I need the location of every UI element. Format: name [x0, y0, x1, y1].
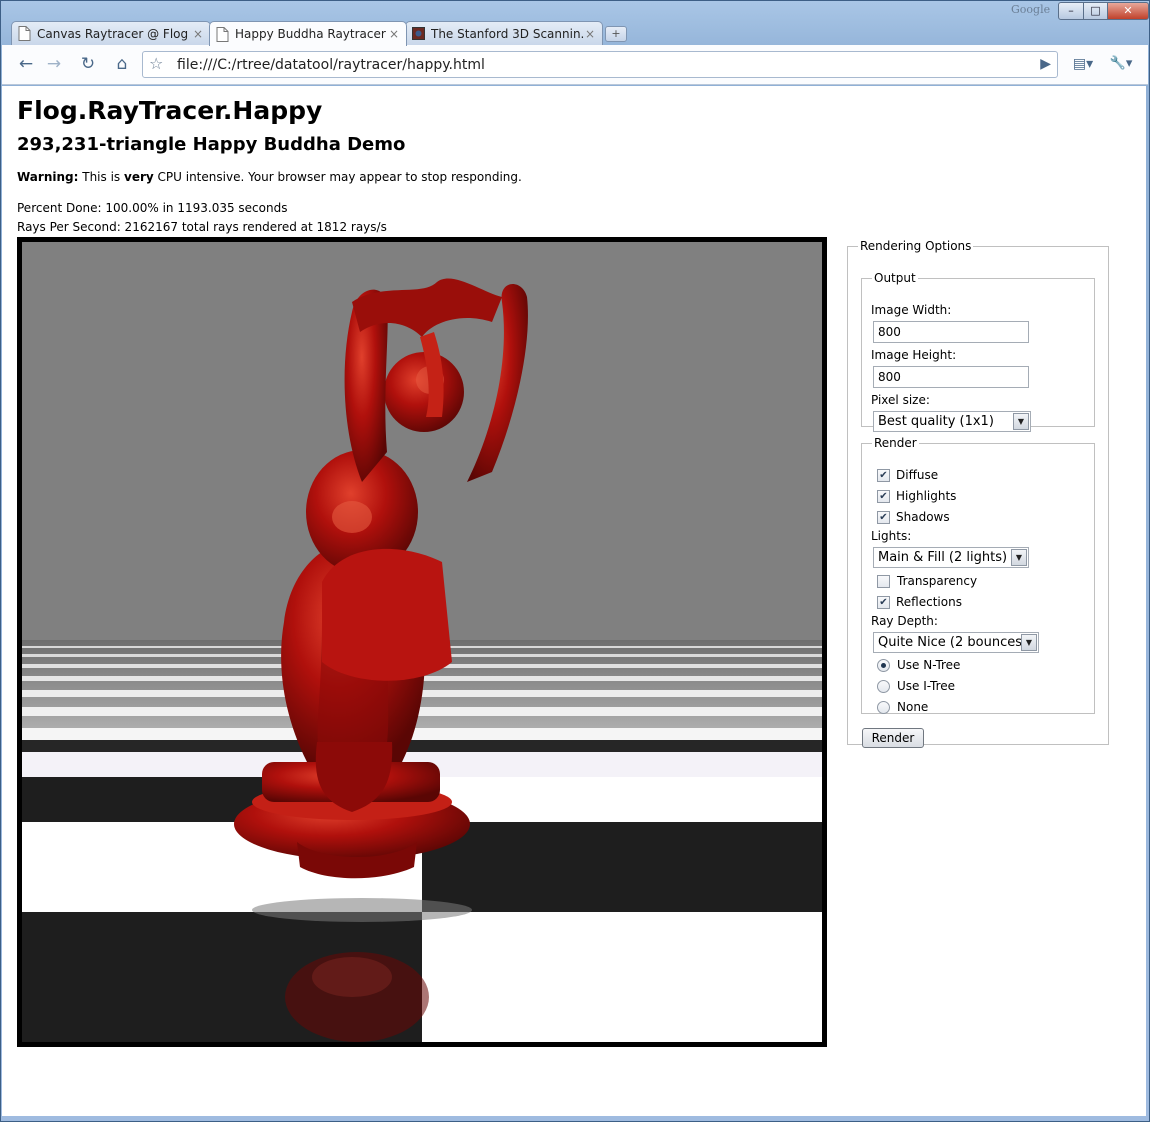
render-button[interactable]: Render: [862, 728, 924, 748]
pixel-size-value: Best quality (1x1): [878, 414, 994, 429]
home-button[interactable]: ⌂: [110, 53, 134, 75]
lights-select[interactable]: Main & Fill (2 lights) ▼: [873, 547, 1029, 568]
close-icon[interactable]: ×: [584, 27, 596, 41]
ray-depth-label: Ray Depth:: [871, 614, 938, 628]
output-legend: Output: [874, 271, 916, 285]
reflections-checkbox[interactable]: ✔: [877, 596, 890, 609]
shadows-checkbox[interactable]: ✔: [877, 511, 890, 524]
page-icon: [216, 26, 229, 42]
close-icon[interactable]: ×: [192, 27, 204, 41]
render-fieldset: Render ✔ Diffuse ✔ Highlights ✔ Shadows …: [861, 436, 1095, 714]
use-i-tree-radio[interactable]: [877, 680, 890, 693]
tab-strip: Canvas Raytracer @ Flog × Happy Buddha R…: [1, 1, 1150, 46]
warning-post: CPU intensive. Your browser may appear t…: [157, 170, 522, 184]
diffuse-checkbox[interactable]: ✔: [877, 469, 890, 482]
warning-text: Warning: This is very CPU intensive. You…: [17, 170, 522, 184]
go-icon[interactable]: ▶: [1040, 56, 1051, 72]
warning-emphasis: very: [124, 170, 154, 184]
percent-done-status: Percent Done: 100.00% in 1193.035 second…: [17, 201, 288, 215]
output-fieldset: Output Image Width: 800 Image Height: 80…: [861, 271, 1095, 432]
close-icon[interactable]: ×: [388, 27, 400, 41]
render-legend: Render: [874, 436, 917, 450]
page-menu-button[interactable]: ▤▾: [1068, 53, 1098, 75]
warning-label: Warning:: [17, 170, 79, 184]
new-tab-button[interactable]: +: [605, 26, 627, 42]
tab-label: The Stanford 3D Scannin...: [431, 26, 584, 41]
lights-value: Main & Fill (2 lights): [878, 550, 1008, 565]
transparency-label: Transparency: [897, 574, 978, 588]
rays-per-second-status: Rays Per Second: 2162167 total rays rend…: [17, 220, 387, 234]
back-button[interactable]: ←: [14, 53, 38, 75]
url-text[interactable]: file:///C:/rtree/datatool/raytracer/happ…: [177, 57, 485, 73]
tab-canvas-raytracer[interactable]: Canvas Raytracer @ Flog ×: [11, 21, 211, 45]
minimize-button[interactable]: –: [1058, 2, 1084, 20]
render-canvas[interactable]: [17, 237, 827, 1047]
stanford-favicon-icon: [412, 27, 425, 40]
highlights-checkbox[interactable]: ✔: [877, 490, 890, 503]
bookmark-star-icon[interactable]: ☆: [149, 54, 163, 73]
highlights-label: Highlights: [896, 489, 957, 503]
chevron-down-icon: ▼: [1021, 634, 1037, 651]
page-icon: [18, 26, 31, 41]
maximize-button[interactable]: □: [1083, 2, 1108, 20]
none-label: None: [897, 700, 929, 714]
rendering-options-legend: Rendering Options: [860, 239, 972, 253]
rendered-buddha-scene: [22, 242, 822, 1042]
browser-toolbar: ← → ↻ ⌂ ☆ file:///C:/rtree/datatool/rayt…: [2, 45, 1148, 85]
use-i-tree-label: Use I-Tree: [897, 679, 956, 693]
chevron-down-icon: ▼: [1013, 413, 1029, 430]
window-close-button[interactable]: ✕: [1107, 2, 1149, 20]
diffuse-label: Diffuse: [896, 468, 939, 482]
none-radio[interactable]: [877, 701, 890, 714]
forward-button[interactable]: →: [42, 53, 66, 75]
transparency-checkbox[interactable]: [877, 575, 890, 588]
browser-window: Canvas Raytracer @ Flog × Happy Buddha R…: [0, 0, 1150, 1122]
warning-pre: This is: [82, 170, 121, 184]
google-brand-label: Google: [1011, 3, 1051, 16]
tab-label: Canvas Raytracer @ Flog: [37, 26, 189, 41]
shadows-label: Shadows: [896, 510, 950, 524]
reflections-label: Reflections: [896, 595, 962, 609]
image-height-input[interactable]: 800: [873, 366, 1029, 388]
rendering-options-panel: Rendering Options Output Image Width: 80…: [847, 239, 1109, 748]
image-width-label: Image Width:: [871, 303, 952, 317]
use-n-tree-radio[interactable]: [877, 659, 890, 672]
ray-depth-value: Quite Nice (2 bounces): [878, 635, 1028, 650]
page-title: Flog.RayTracer.Happy: [17, 96, 323, 125]
tab-happy-buddha[interactable]: Happy Buddha Raytracer ... ×: [209, 21, 407, 46]
image-width-input[interactable]: 800: [873, 321, 1029, 343]
tools-menu-button[interactable]: 🔧▾: [1106, 53, 1136, 75]
tab-label: Happy Buddha Raytracer ...: [235, 27, 388, 41]
use-n-tree-label: Use N-Tree: [897, 658, 961, 672]
reload-button[interactable]: ↻: [76, 53, 100, 75]
ray-depth-select[interactable]: Quite Nice (2 bounces) ▼: [873, 632, 1039, 653]
pixel-size-label: Pixel size:: [871, 393, 930, 407]
buddha-reflection: [285, 952, 429, 1042]
tab-stanford-3d[interactable]: The Stanford 3D Scannin... ×: [405, 21, 603, 45]
page-subtitle: 293,231-triangle Happy Buddha Demo: [17, 134, 406, 155]
lights-label: Lights:: [871, 529, 912, 543]
page-viewport: Flog.RayTracer.Happy 293,231-triangle Ha…: [2, 86, 1146, 1116]
image-height-label: Image Height:: [871, 348, 957, 362]
chevron-down-icon: ▼: [1011, 549, 1027, 566]
pixel-size-select[interactable]: Best quality (1x1) ▼: [873, 411, 1031, 432]
address-bar[interactable]: ☆ file:///C:/rtree/datatool/raytracer/ha…: [142, 51, 1058, 78]
